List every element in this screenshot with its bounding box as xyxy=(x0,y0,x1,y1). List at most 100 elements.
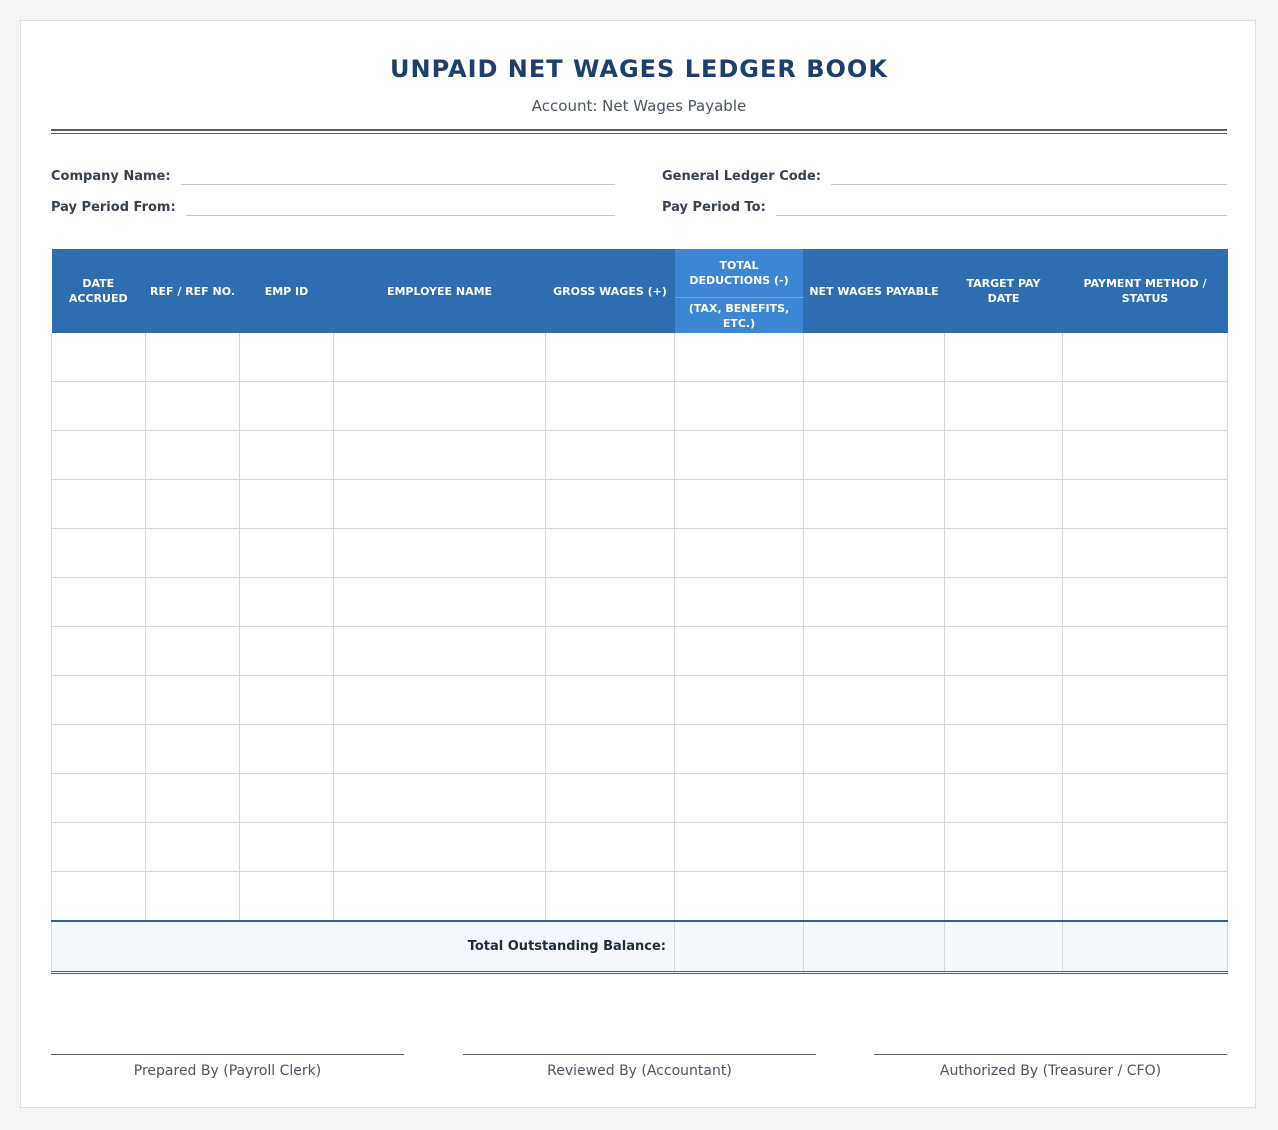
cell-target-pay-date[interactable] xyxy=(944,577,1063,627)
cell-date-accrued[interactable] xyxy=(51,871,146,922)
cell-net-wages-payable[interactable] xyxy=(803,528,945,578)
cell-emp-id[interactable] xyxy=(239,871,334,922)
cell-ref-no[interactable] xyxy=(145,626,240,676)
cell-gross-wages[interactable] xyxy=(545,626,675,676)
cell-ref-no[interactable] xyxy=(145,773,240,823)
pay-period-to-field[interactable]: Pay Period To: xyxy=(662,194,1227,216)
cell-net-wages-payable[interactable] xyxy=(803,822,945,872)
cell-ref-no[interactable] xyxy=(145,528,240,578)
cell-emp-id[interactable] xyxy=(239,822,334,872)
cell-total-deductions[interactable] xyxy=(674,724,804,774)
cell-date-accrued[interactable] xyxy=(51,528,146,578)
cell-gross-wages[interactable] xyxy=(545,724,675,774)
cell-target-pay-date[interactable] xyxy=(944,333,1063,382)
cell-employee-name[interactable] xyxy=(333,822,546,872)
total-payment-method-cell[interactable] xyxy=(1062,920,1228,974)
total-net-wages-cell[interactable] xyxy=(803,920,945,974)
cell-payment-method-status[interactable] xyxy=(1062,871,1228,922)
cell-gross-wages[interactable] xyxy=(545,871,675,922)
cell-gross-wages[interactable] xyxy=(545,577,675,627)
cell-total-deductions[interactable] xyxy=(674,577,804,627)
cell-date-accrued[interactable] xyxy=(51,479,146,529)
cell-date-accrued[interactable] xyxy=(51,724,146,774)
cell-ref-no[interactable] xyxy=(145,724,240,774)
cell-gross-wages[interactable] xyxy=(545,675,675,725)
cell-emp-id[interactable] xyxy=(239,675,334,725)
cell-net-wages-payable[interactable] xyxy=(803,724,945,774)
cell-employee-name[interactable] xyxy=(333,724,546,774)
cell-ref-no[interactable] xyxy=(145,871,240,922)
cell-employee-name[interactable] xyxy=(333,773,546,823)
cell-emp-id[interactable] xyxy=(239,333,334,382)
cell-net-wages-payable[interactable] xyxy=(803,675,945,725)
cell-total-deductions[interactable] xyxy=(674,773,804,823)
cell-payment-method-status[interactable] xyxy=(1062,773,1228,823)
cell-net-wages-payable[interactable] xyxy=(803,773,945,823)
cell-ref-no[interactable] xyxy=(145,430,240,480)
cell-total-deductions[interactable] xyxy=(674,479,804,529)
cell-net-wages-payable[interactable] xyxy=(803,333,945,382)
cell-employee-name[interactable] xyxy=(333,675,546,725)
cell-ref-no[interactable] xyxy=(145,675,240,725)
cell-target-pay-date[interactable] xyxy=(944,626,1063,676)
cell-date-accrued[interactable] xyxy=(51,430,146,480)
cell-date-accrued[interactable] xyxy=(51,577,146,627)
total-target-pay-date-cell[interactable] xyxy=(944,920,1063,974)
pay-period-from-field[interactable]: Pay Period From: xyxy=(51,194,615,216)
cell-payment-method-status[interactable] xyxy=(1062,724,1228,774)
cell-net-wages-payable[interactable] xyxy=(803,871,945,922)
cell-total-deductions[interactable] xyxy=(674,430,804,480)
cell-emp-id[interactable] xyxy=(239,430,334,480)
cell-net-wages-payable[interactable] xyxy=(803,479,945,529)
cell-employee-name[interactable] xyxy=(333,577,546,627)
general-ledger-code-line[interactable] xyxy=(830,166,1227,185)
cell-ref-no[interactable] xyxy=(145,577,240,627)
cell-emp-id[interactable] xyxy=(239,724,334,774)
cell-target-pay-date[interactable] xyxy=(944,871,1063,922)
cell-total-deductions[interactable] xyxy=(674,626,804,676)
cell-gross-wages[interactable] xyxy=(545,528,675,578)
cell-employee-name[interactable] xyxy=(333,528,546,578)
cell-total-deductions[interactable] xyxy=(674,822,804,872)
cell-payment-method-status[interactable] xyxy=(1062,479,1228,529)
cell-gross-wages[interactable] xyxy=(545,773,675,823)
cell-employee-name[interactable] xyxy=(333,626,546,676)
cell-gross-wages[interactable] xyxy=(545,430,675,480)
cell-ref-no[interactable] xyxy=(145,381,240,431)
cell-target-pay-date[interactable] xyxy=(944,822,1063,872)
cell-target-pay-date[interactable] xyxy=(944,724,1063,774)
cell-employee-name[interactable] xyxy=(333,381,546,431)
cell-date-accrued[interactable] xyxy=(51,675,146,725)
cell-target-pay-date[interactable] xyxy=(944,479,1063,529)
cell-ref-no[interactable] xyxy=(145,822,240,872)
cell-net-wages-payable[interactable] xyxy=(803,626,945,676)
cell-target-pay-date[interactable] xyxy=(944,528,1063,578)
cell-ref-no[interactable] xyxy=(145,333,240,382)
cell-net-wages-payable[interactable] xyxy=(803,381,945,431)
cell-ref-no[interactable] xyxy=(145,479,240,529)
cell-employee-name[interactable] xyxy=(333,333,546,382)
cell-target-pay-date[interactable] xyxy=(944,675,1063,725)
cell-payment-method-status[interactable] xyxy=(1062,333,1228,382)
cell-total-deductions[interactable] xyxy=(674,333,804,382)
cell-emp-id[interactable] xyxy=(239,381,334,431)
cell-payment-method-status[interactable] xyxy=(1062,577,1228,627)
cell-total-deductions[interactable] xyxy=(674,528,804,578)
company-name-line[interactable] xyxy=(180,166,615,185)
cell-target-pay-date[interactable] xyxy=(944,773,1063,823)
cell-date-accrued[interactable] xyxy=(51,333,146,382)
cell-target-pay-date[interactable] xyxy=(944,381,1063,431)
cell-date-accrued[interactable] xyxy=(51,626,146,676)
pay-period-from-line[interactable] xyxy=(185,197,615,216)
cell-target-pay-date[interactable] xyxy=(944,430,1063,480)
cell-emp-id[interactable] xyxy=(239,626,334,676)
cell-payment-method-status[interactable] xyxy=(1062,381,1228,431)
cell-total-deductions[interactable] xyxy=(674,675,804,725)
cell-payment-method-status[interactable] xyxy=(1062,528,1228,578)
cell-emp-id[interactable] xyxy=(239,577,334,627)
cell-gross-wages[interactable] xyxy=(545,479,675,529)
cell-payment-method-status[interactable] xyxy=(1062,626,1228,676)
cell-employee-name[interactable] xyxy=(333,479,546,529)
cell-net-wages-payable[interactable] xyxy=(803,577,945,627)
cell-gross-wages[interactable] xyxy=(545,822,675,872)
